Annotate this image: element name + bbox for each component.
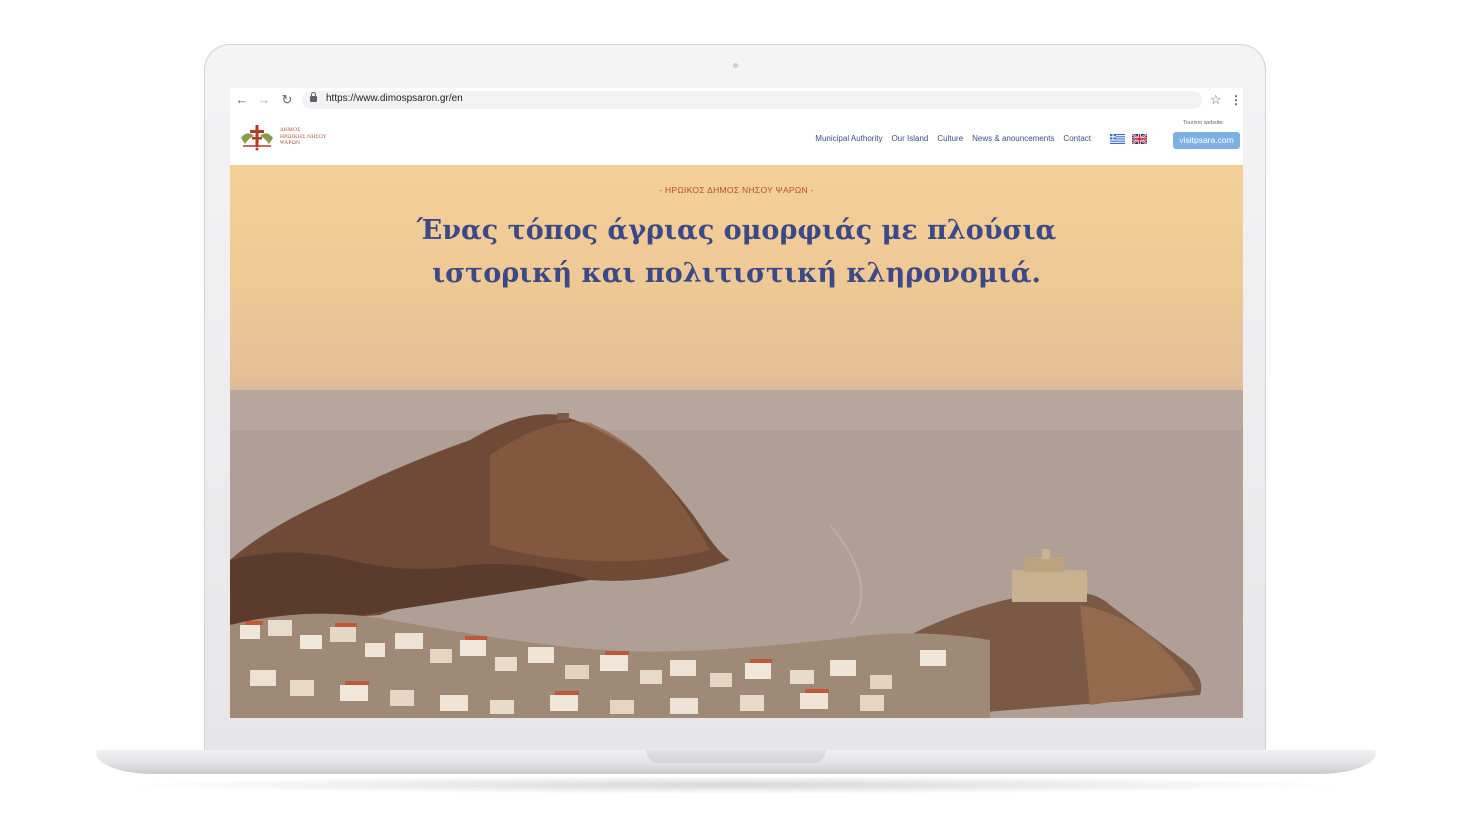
nav-contact[interactable]: Contact [1063,134,1091,143]
laptop-screen: ← → ↻ https://www.dimospsaron.gr/en ☆ ⋮ … [230,88,1243,718]
browser-menu-icon[interactable]: ⋮ [1230,91,1242,109]
url-text: https://www.dimospsaron.gr/en [326,93,463,104]
hero-headline-line-2: ιστορική και πολιτιστική κληρονομιά. [432,258,1041,289]
nav-news[interactable]: News & anouncements [972,134,1054,143]
hero-headline: Ένας τόπος άγριας ομορφιάς με πλούσια ισ… [230,209,1243,295]
bookmark-star-icon[interactable]: ☆ [1210,91,1222,109]
camera-dot [733,63,738,68]
logo-text: ΔΗΜΟΣ ΗΡΩΙΚΗΣ ΝΗΣΟΥ ΨΑΡΩΝ [280,127,327,147]
forward-icon[interactable]: → [256,92,272,108]
site-header: ΔΗΜΟΣ ΗΡΩΙΚΗΣ ΝΗΣΟΥ ΨΑΡΩΝ Municipal Auth… [230,112,1243,166]
hero-eyebrow: - ΗΡΩΙΚΟΣ ΔΗΜΟΣ ΝΗΣΟΥ ΨΑΡΩΝ - [659,185,814,195]
back-icon[interactable]: ← [234,92,250,108]
reload-icon[interactable]: ↻ [279,92,295,108]
hero-headline-line-1: Ένας τόπος άγριας ομορφιάς με πλούσια [416,215,1057,246]
lock-icon [310,92,317,102]
tourism-label: Tourism website: [1183,120,1224,126]
nav-municipal-authority[interactable]: Municipal Authority [815,134,882,143]
nav-culture[interactable]: Culture [937,134,963,143]
nav-our-island[interactable]: Our Island [891,134,928,143]
visitpsara-button[interactable]: visitpsara.com [1173,132,1240,149]
laptop-notch [646,750,826,763]
main-navigation: Municipal Authority Our Island Culture N… [815,134,1091,143]
browser-toolbar: ← → ↻ https://www.dimospsaron.gr/en ☆ ⋮ [230,88,1243,113]
laptop-shadow [120,776,1350,794]
uk-flag-icon[interactable] [1132,134,1147,144]
logo-line-3: ΨΑΡΩΝ [280,140,301,146]
address-bar[interactable]: https://www.dimospsaron.gr/en [302,91,1202,109]
municipality-logo[interactable] [237,122,277,152]
hero-section: - ΗΡΩΙΚΟΣ ΔΗΜΟΣ ΝΗΣΟΥ ΨΑΡΩΝ - Ένας τόπος… [230,165,1243,718]
greek-flag-icon[interactable] [1110,134,1125,144]
